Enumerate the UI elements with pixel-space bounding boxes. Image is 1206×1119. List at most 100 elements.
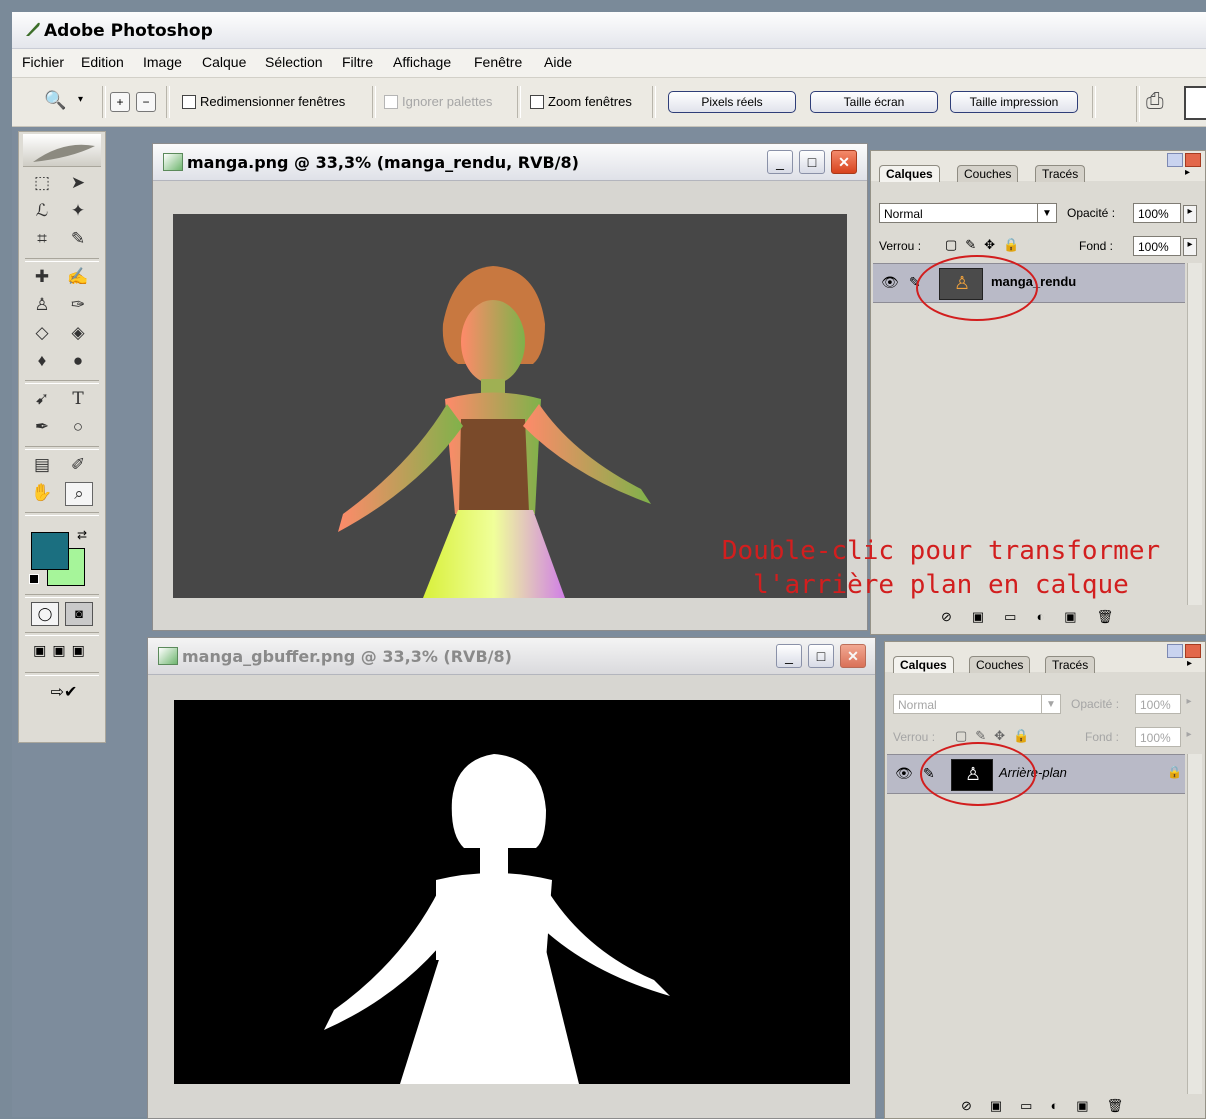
foreground-color-swatch[interactable]	[31, 532, 69, 570]
zoom-out-icon[interactable]: −	[136, 92, 156, 112]
panel-minimize-icon[interactable]	[1167, 153, 1183, 167]
opacity-slider-icon[interactable]: ▸	[1183, 205, 1197, 223]
document-titlebar[interactable]: manga_gbuffer.png @ 33,3% (RVB/8) _ □ ✕	[148, 638, 875, 675]
document-icon	[163, 153, 183, 171]
panel-scrollbar[interactable]	[1187, 263, 1202, 605]
menu-affichage[interactable]: Affichage	[393, 54, 451, 70]
maximize-button[interactable]: □	[808, 644, 834, 668]
eraser-tool-icon[interactable]: ◇	[29, 322, 55, 344]
opacity-field[interactable]: 100%	[1133, 203, 1181, 223]
file-browser-icon[interactable]	[1184, 86, 1206, 120]
opacity-slider-icon[interactable]: ▸	[1183, 696, 1195, 712]
menu-filtre[interactable]: Filtre	[342, 54, 373, 70]
jump-to-imageready-icon[interactable]: ⇨✔	[31, 682, 97, 706]
panel-menu-icon[interactable]: ▸	[1185, 167, 1190, 178]
annotation-text: Double-clic pour transformer l'arrière p…	[706, 534, 1176, 602]
panel-close-icon[interactable]	[1185, 644, 1201, 658]
palette-well-icon[interactable]: ⎙	[1146, 88, 1164, 114]
panel-bottom-icons[interactable]: ⊘▣▭◐▣🗑	[961, 1098, 1201, 1118]
close-button[interactable]: ✕	[840, 644, 866, 668]
blend-mode-select[interactable]: Normal ▼	[879, 203, 1057, 223]
options-bar: 🔍 ▾ + − Redimensionner fenêtres Ignorer …	[12, 78, 1206, 127]
paint-bucket-tool-icon[interactable]: ◈	[65, 322, 91, 344]
fit-screen-button[interactable]: Taille écran	[810, 91, 938, 113]
notes-tool-icon[interactable]: ▤	[29, 454, 55, 476]
blend-mode-select[interactable]: Normal ▼	[893, 694, 1061, 714]
slice-tool-icon[interactable]: ✎	[65, 228, 91, 250]
minimize-button[interactable]: _	[776, 644, 802, 668]
fill-field[interactable]: 100%	[1135, 727, 1181, 747]
canvas-gbuffer[interactable]	[174, 700, 850, 1084]
panel-minimize-icon[interactable]	[1167, 644, 1183, 658]
healing-brush-tool-icon[interactable]: ✚	[29, 266, 55, 288]
crop-tool-icon[interactable]: ⌗	[29, 228, 55, 250]
zoom-windows-checkbox[interactable]: Zoom fenêtres	[530, 94, 632, 109]
tab-couches[interactable]: Couches	[957, 165, 1019, 182]
fill-label: Fond :	[1085, 730, 1120, 744]
menu-edition[interactable]: Edition	[81, 54, 124, 70]
lock-icons[interactable]: ▢✎✥🔒	[945, 237, 1027, 253]
eyedropper-tool-icon[interactable]: ✐	[65, 454, 91, 476]
document-window-gbuffer: manga_gbuffer.png @ 33,3% (RVB/8) _ □ ✕	[147, 637, 876, 1119]
panel-scrollbar[interactable]	[1187, 754, 1202, 1094]
path-selection-tool-icon[interactable]: ➹	[29, 388, 55, 410]
visibility-eye-icon[interactable]: 👁	[881, 274, 899, 291]
ignore-palettes-checkbox[interactable]: Ignorer palettes	[384, 94, 492, 109]
toolbox: ⬚ ➤ ℒ ✦ ⌗ ✎ ✚ ✍ ♙ ✑ ◇ ◈ ♦ ● ➹ T ✒ ○ ▤ ✐ …	[18, 131, 106, 743]
fill-slider-icon[interactable]: ▸	[1183, 238, 1197, 256]
brush-tool-icon[interactable]: ✍	[65, 266, 91, 288]
tool-preset-dropdown-icon[interactable]: ▾	[78, 94, 83, 105]
tab-calques[interactable]: Calques	[879, 165, 940, 182]
quick-mask-icon[interactable]: ◙	[65, 602, 93, 626]
document-icon	[158, 647, 178, 665]
magic-wand-tool-icon[interactable]: ✦	[65, 200, 91, 222]
menu-aide[interactable]: Aide	[544, 54, 572, 70]
menu-calque[interactable]: Calque	[202, 54, 246, 70]
dodge-tool-icon[interactable]: ●	[65, 350, 91, 372]
panel-menu-icon[interactable]: ▸	[1187, 658, 1192, 669]
menu-selection[interactable]: Sélection	[265, 54, 323, 70]
opacity-field[interactable]: 100%	[1135, 694, 1181, 714]
hand-tool-icon[interactable]: ✋	[29, 482, 55, 504]
screen-mode-icons[interactable]: ▣▣▣	[29, 642, 95, 664]
zoom-in-icon[interactable]: +	[110, 92, 130, 112]
menu-image[interactable]: Image	[143, 54, 182, 70]
fill-field[interactable]: 100%	[1133, 236, 1181, 256]
default-colors-icon[interactable]	[29, 574, 39, 584]
stamp-tool-icon[interactable]: ♙	[29, 294, 55, 316]
menu-fichier[interactable]: Fichier	[22, 54, 64, 70]
visibility-eye-icon[interactable]: 👁	[895, 765, 913, 782]
menu-fenetre[interactable]: Fenêtre	[474, 54, 522, 70]
panel-close-icon[interactable]	[1185, 153, 1201, 167]
history-brush-tool-icon[interactable]: ✑	[65, 294, 91, 316]
annotation-circle-top	[916, 255, 1038, 321]
move-tool-icon[interactable]: ➤	[65, 172, 91, 194]
document-titlebar[interactable]: manga.png @ 33,3% (manga_rendu, RVB/8) _…	[153, 144, 867, 181]
actual-pixels-button[interactable]: Pixels réels	[668, 91, 796, 113]
swap-colors-icon[interactable]: ⇄	[77, 528, 87, 542]
tab-traces[interactable]: Tracés	[1035, 165, 1086, 182]
lasso-tool-icon[interactable]: ℒ	[29, 200, 55, 222]
ellipse-tool-icon[interactable]: ○	[65, 416, 91, 438]
minimize-button[interactable]: _	[767, 150, 793, 174]
annotation-circle-bottom	[920, 742, 1036, 806]
standard-mode-icon[interactable]: ◯	[31, 602, 59, 626]
blur-tool-icon[interactable]: ♦	[29, 350, 55, 372]
character-silhouette-image	[324, 754, 670, 1084]
opacity-label: Opacité :	[1071, 697, 1120, 711]
panel-bottom-icons[interactable]: ⊘▣▭◐▣🗑	[941, 609, 1201, 629]
tab-traces[interactable]: Tracés	[1045, 656, 1096, 673]
fill-slider-icon[interactable]: ▸	[1183, 729, 1195, 745]
print-size-button[interactable]: Taille impression	[950, 91, 1078, 113]
marquee-tool-icon[interactable]: ⬚	[29, 172, 55, 194]
zoom-tool-icon[interactable]: 🔍	[44, 90, 66, 111]
tab-couches[interactable]: Couches	[969, 656, 1031, 673]
maximize-button[interactable]: □	[799, 150, 825, 174]
type-tool-icon[interactable]: T	[65, 388, 91, 410]
fill-label: Fond :	[1079, 239, 1114, 253]
zoom-tool-selected-icon[interactable]: ⌕	[65, 482, 93, 506]
resize-windows-checkbox[interactable]: Redimensionner fenêtres	[182, 94, 345, 109]
tab-calques[interactable]: Calques	[893, 656, 954, 673]
pen-tool-icon[interactable]: ✒	[29, 416, 55, 438]
close-button[interactable]: ✕	[831, 150, 857, 174]
